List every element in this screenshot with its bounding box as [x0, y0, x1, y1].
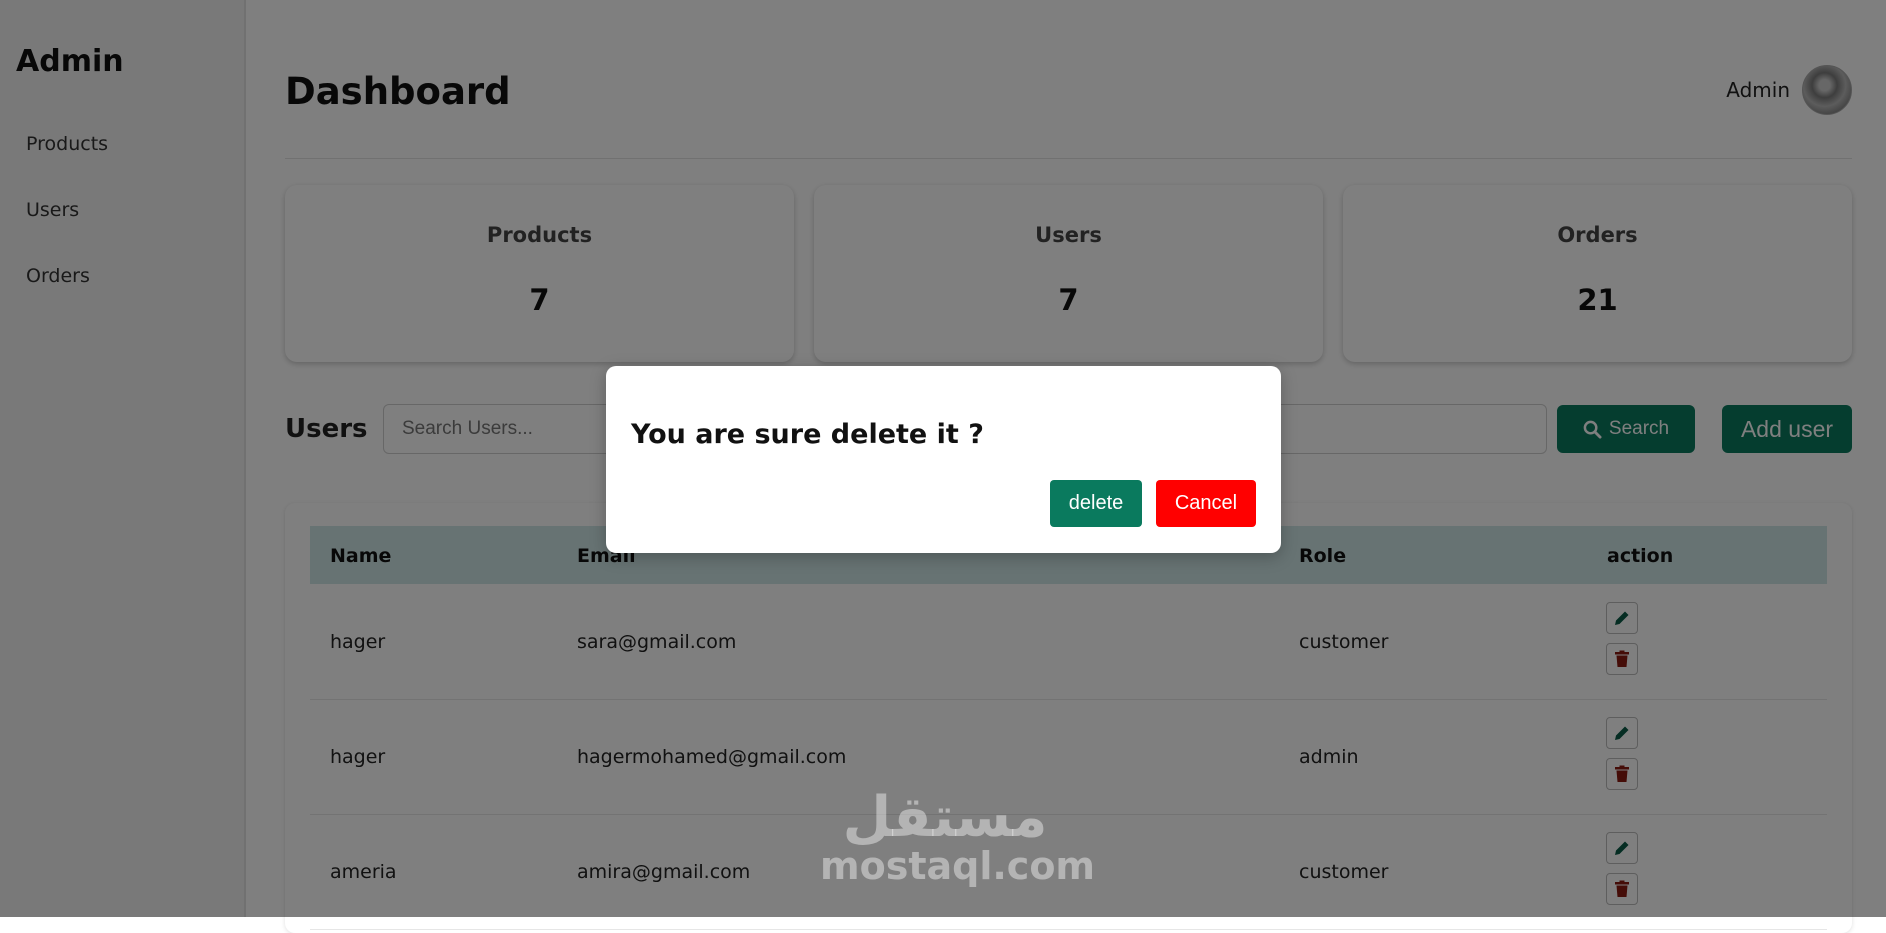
dialog-message: You are sure delete it ?: [631, 419, 984, 450]
confirm-delete-button[interactable]: delete: [1050, 480, 1142, 527]
delete-confirm-dialog: You are sure delete it ? delete Cancel: [606, 366, 1281, 553]
cancel-button[interactable]: Cancel: [1156, 480, 1256, 527]
